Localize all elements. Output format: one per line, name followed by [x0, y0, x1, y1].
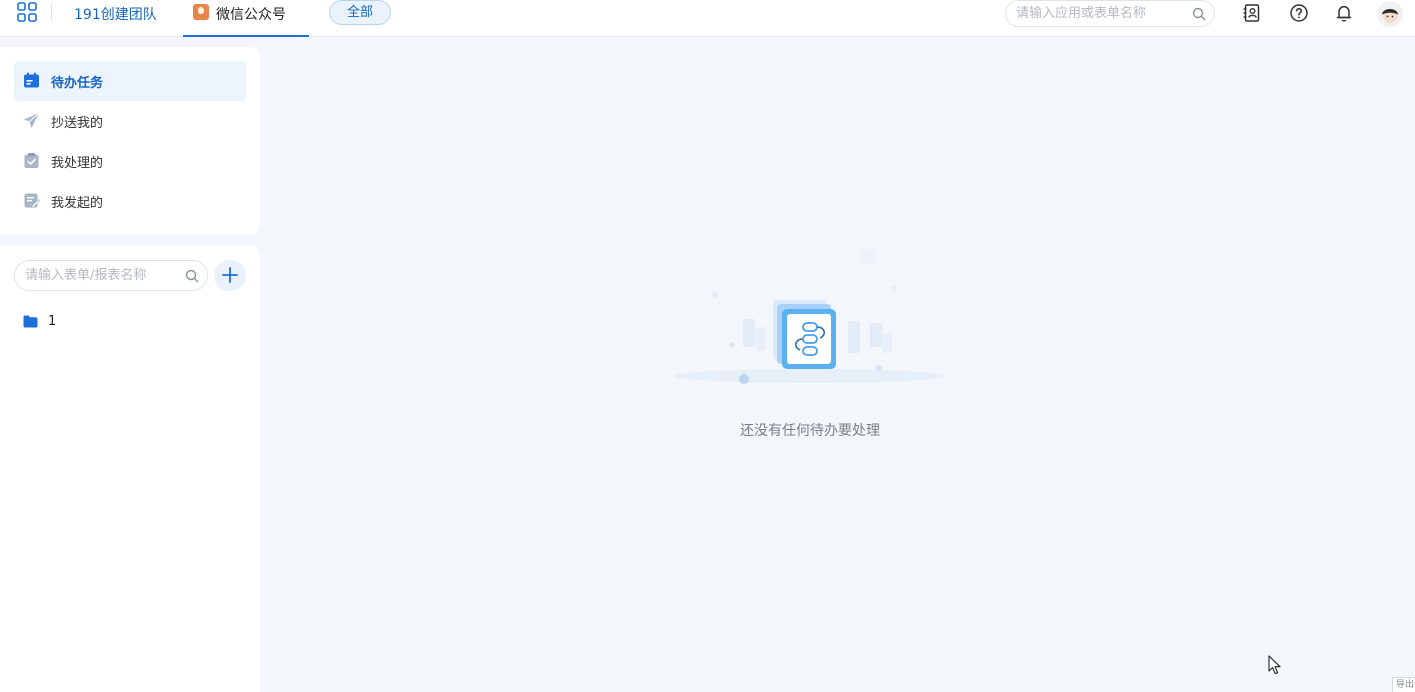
- nav-label: 我处理的: [51, 156, 104, 171]
- help-icon[interactable]: [1289, 3, 1309, 23]
- nav-label: 抄送我的: [51, 116, 104, 131]
- nav-label: 我发起的: [51, 196, 104, 211]
- app-name: 微信公众号: [216, 7, 286, 23]
- corner-export-tab[interactable]: 导出: [1392, 677, 1415, 692]
- empty-state-message: 还没有任何待办要处理: [740, 423, 880, 439]
- folder-icon: [23, 315, 38, 328]
- mouse-cursor-icon: [1268, 655, 1281, 675]
- apps-grid-icon[interactable]: [17, 2, 37, 22]
- avatar[interactable]: [1377, 1, 1403, 27]
- empty-state-illustration: [675, 249, 945, 384]
- bell-icon[interactable]: [1334, 3, 1354, 23]
- app-search-box[interactable]: [1005, 0, 1215, 27]
- nav-label: 待办任务: [51, 76, 104, 91]
- folder-item[interactable]: 1: [14, 307, 246, 337]
- app-search-input[interactable]: [1016, 4, 1186, 23]
- search-icon[interactable]: [1192, 7, 1206, 21]
- edit-form-icon: [24, 193, 40, 209]
- filter-all-button[interactable]: 全部: [329, 0, 391, 25]
- nav-item-cc-me[interactable]: 抄送我的: [14, 101, 246, 141]
- nav-item-handled[interactable]: 我处理的: [14, 141, 246, 181]
- clipboard-check-icon: [24, 153, 39, 168]
- form-search-box[interactable]: [14, 260, 208, 291]
- add-form-button[interactable]: [214, 260, 246, 291]
- calendar-todo-icon: [24, 72, 39, 88]
- team-name-link[interactable]: 191创建团队: [74, 4, 157, 24]
- search-icon[interactable]: [185, 269, 199, 283]
- avatar-icon: [1382, 9, 1398, 23]
- forms-panel: 1: [0, 245, 260, 692]
- folder-label: 1: [48, 314, 57, 329]
- task-nav-panel: 待办任务 抄送我的 我处理的 我发起的: [0, 47, 260, 235]
- top-bar: 191创建团队 微信公众号 全部: [0, 0, 1415, 37]
- nav-item-initiated[interactable]: 我发起的: [14, 181, 246, 221]
- app-logo-icon: [193, 4, 209, 20]
- tab-wechat-app[interactable]: 微信公众号: [183, 0, 309, 37]
- plus-icon: [222, 267, 238, 283]
- paper-plane-icon: [24, 112, 40, 128]
- form-search-input[interactable]: [25, 266, 180, 285]
- nav-item-todo[interactable]: 待办任务: [14, 61, 246, 101]
- divider: [51, 4, 52, 20]
- contacts-icon[interactable]: [1242, 3, 1262, 23]
